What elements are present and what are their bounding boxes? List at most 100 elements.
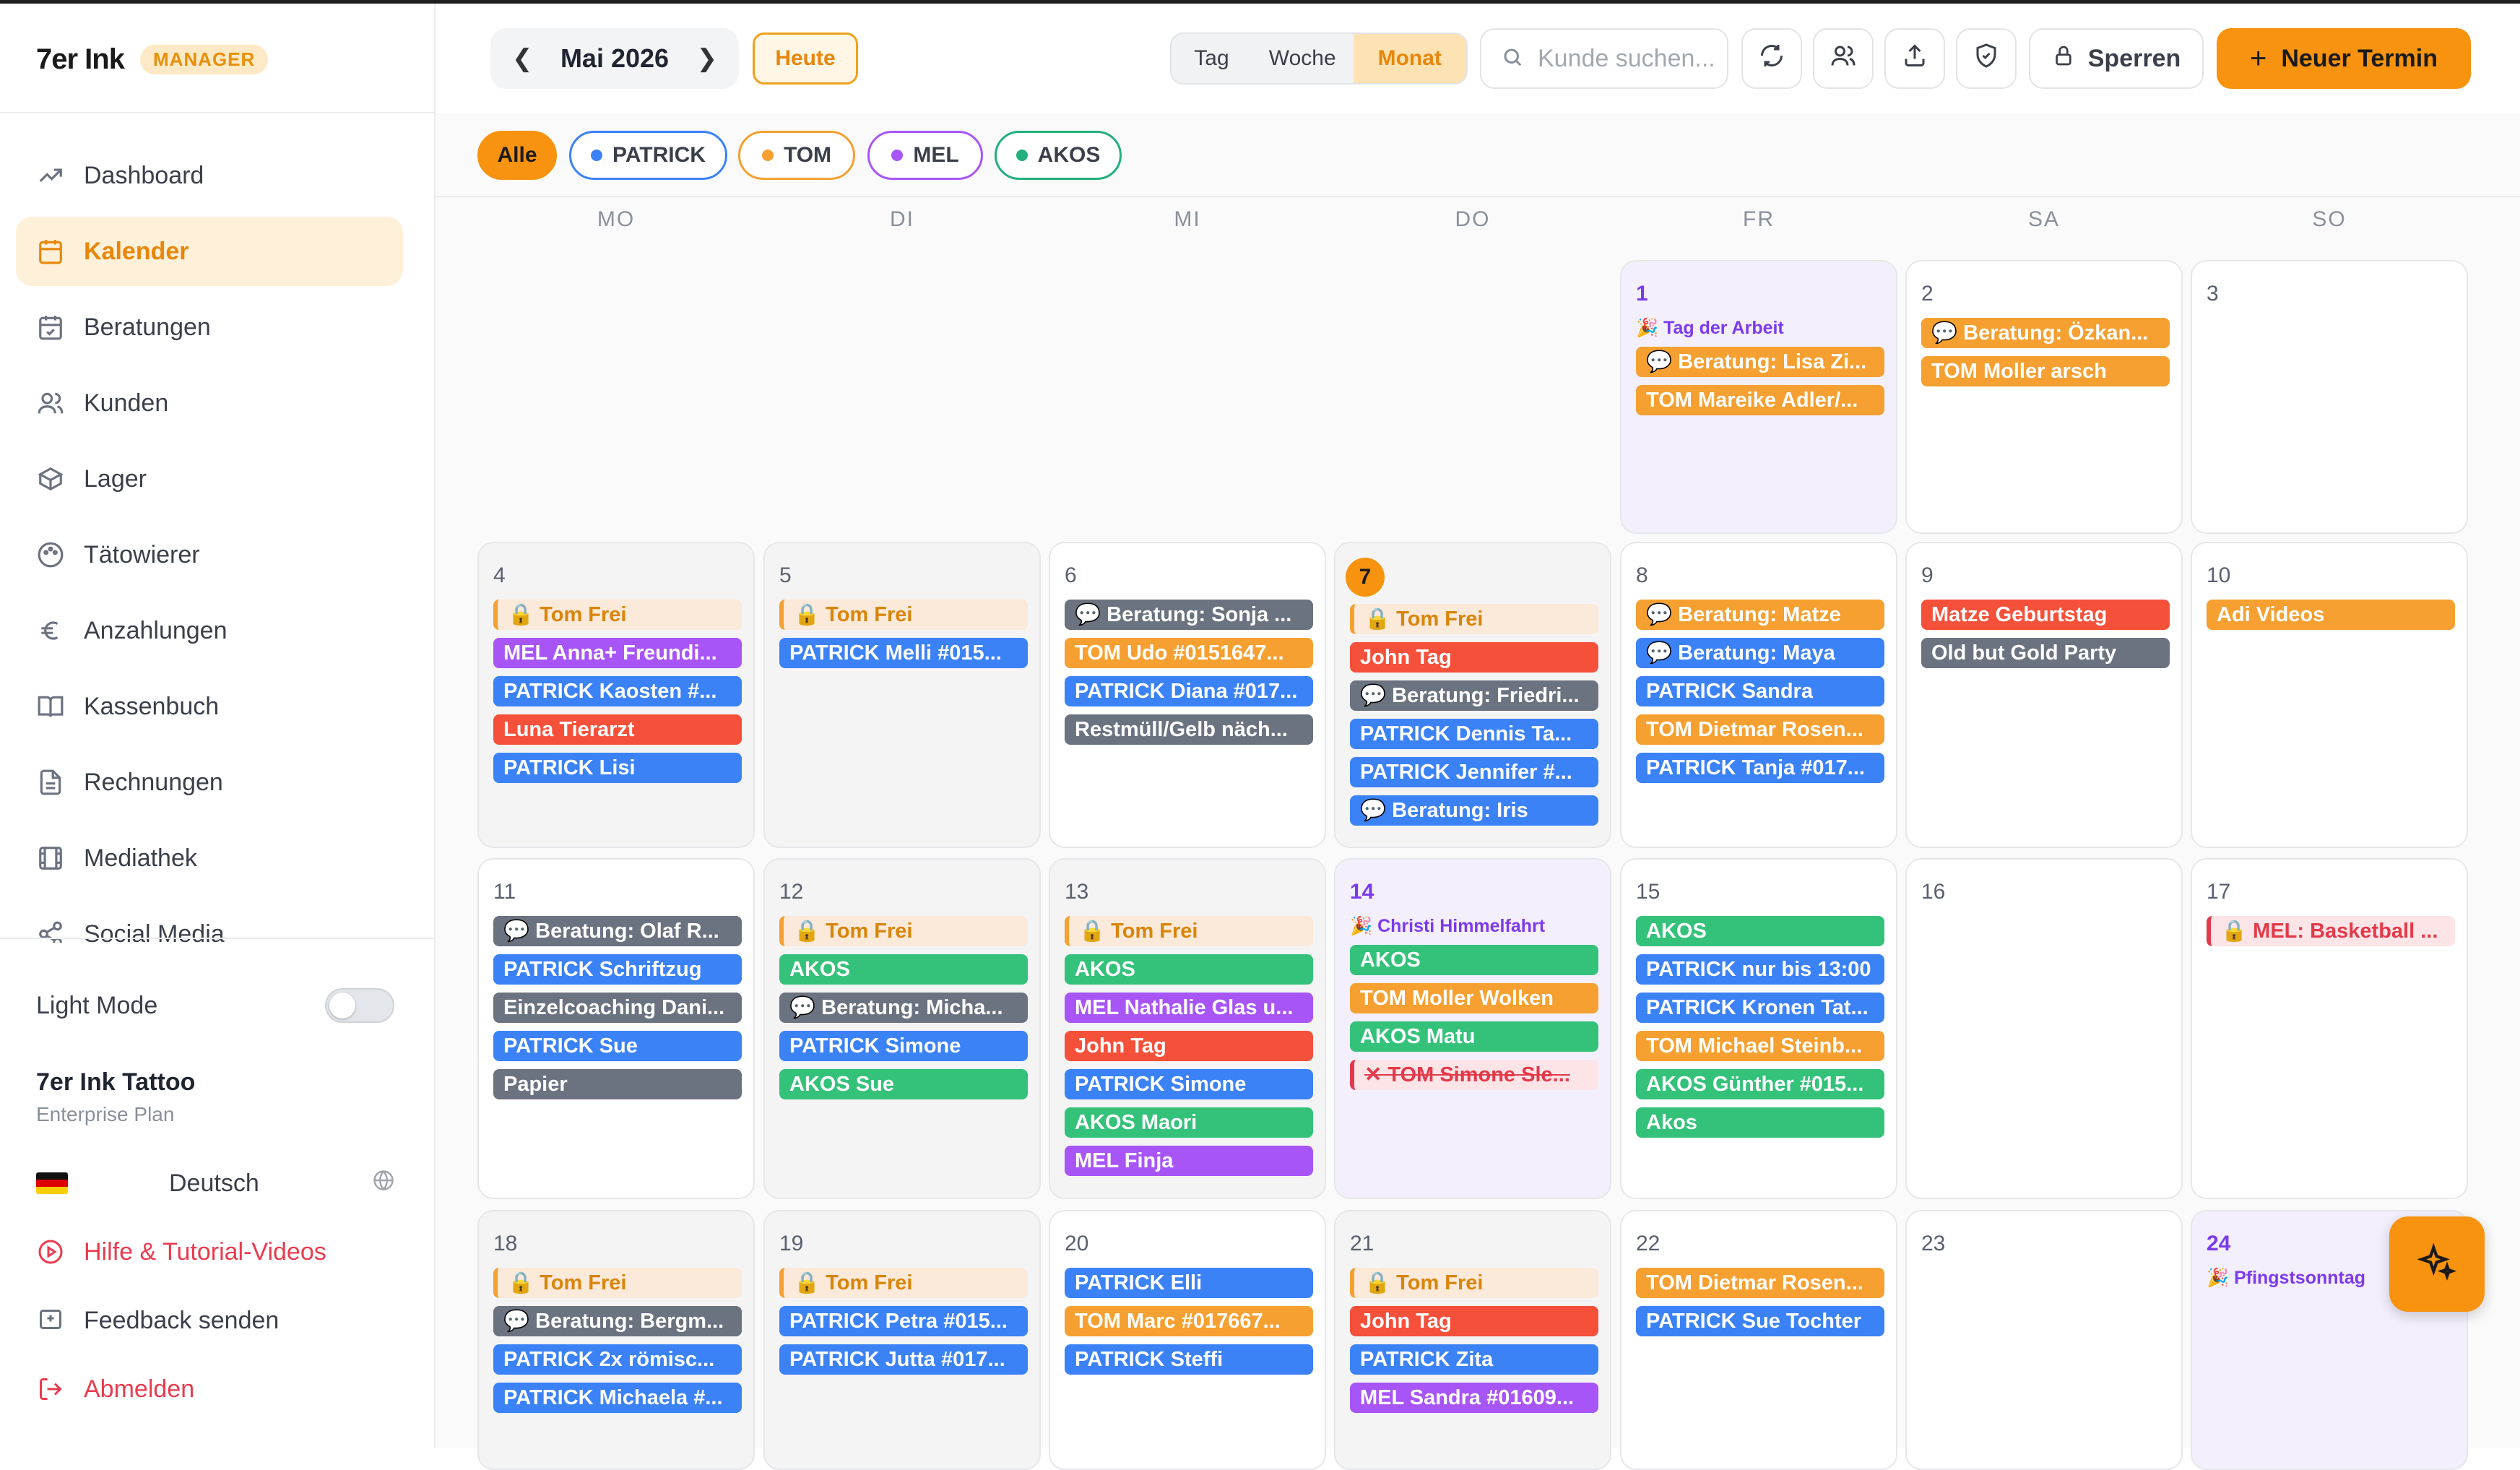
event-chip[interactable]: PATRICK Sandra <box>1636 676 1884 706</box>
event-chip[interactable]: John Tag <box>1065 1031 1313 1061</box>
event-chip[interactable]: PATRICK Jutta #017... <box>779 1344 1028 1375</box>
event-chip[interactable]: 🔒 Tom Frei <box>1350 1268 1598 1298</box>
help-videos-link[interactable]: Hilfe & Tutorial-Videos <box>36 1237 326 1266</box>
event-chip[interactable]: PATRICK Petra #015... <box>779 1306 1028 1336</box>
day-cell[interactable]: 15 AKOS PATRICK nur bis 13:00 PATRICK Krone… <box>1620 858 1897 1199</box>
event-chip[interactable]: PATRICK nur bis 13:00 <box>1636 954 1884 985</box>
logout-link[interactable]: Abmelden <box>36 1375 194 1404</box>
event-chip[interactable]: AKOS Sue <box>779 1069 1028 1099</box>
day-cell[interactable]: 3 <box>2191 260 2468 534</box>
day-cell[interactable]: 2 💬 Beratung: Özkan... TOM Moller arsch <box>1905 260 2183 534</box>
event-chip[interactable]: TOM Michael Steinb... <box>1636 1031 1884 1061</box>
sidebar-item-kassenbuch[interactable]: Kassenbuch <box>16 672 403 741</box>
light-mode-toggle[interactable] <box>325 988 394 1023</box>
search-input[interactable] <box>1536 43 1720 74</box>
event-chip[interactable]: John Tag <box>1350 1306 1598 1336</box>
event-chip[interactable]: AKOS Maori <box>1065 1107 1313 1138</box>
event-chip[interactable]: 💬 Beratung: Matze <box>1636 600 1884 630</box>
language-selector[interactable]: Deutsch <box>36 1165 394 1201</box>
event-chip[interactable]: 🔒 Tom Frei <box>1350 604 1598 634</box>
event-chip[interactable]: PATRICK Kaosten #... <box>493 676 742 706</box>
export-button[interactable] <box>1884 28 1945 89</box>
event-chip[interactable]: MEL Anna+ Freundi... <box>493 638 742 668</box>
event-chip[interactable]: TOM Moller arsch <box>1921 356 2170 386</box>
brand[interactable]: 7er Ink MANAGER <box>36 41 269 77</box>
sidebar-item-kalender[interactable]: Kalender <box>16 217 403 286</box>
sidebar-item-mediathek[interactable]: Mediathek <box>16 823 403 893</box>
filter-mel[interactable]: MEL <box>867 131 983 180</box>
artists-button[interactable] <box>1813 28 1874 89</box>
event-chip[interactable]: 💬 Beratung: Friedri... <box>1350 680 1598 711</box>
event-chip[interactable]: 🔒 Tom Frei <box>779 916 1028 946</box>
event-chip[interactable]: AKOS <box>779 954 1028 985</box>
event-chip[interactable]: MEL Nathalie Glas u... <box>1065 993 1313 1023</box>
day-cell[interactable]: 16 <box>1905 858 2183 1199</box>
event-chip[interactable]: PATRICK Dennis Ta... <box>1350 719 1598 749</box>
feedback-link[interactable]: Feedback senden <box>36 1306 279 1335</box>
filter-tom[interactable]: TOM <box>738 131 855 180</box>
event-chip[interactable]: PATRICK Schriftzug <box>493 954 742 985</box>
event-chip[interactable]: AKOS <box>1350 945 1598 975</box>
event-chip[interactable]: MEL Finja <box>1065 1146 1313 1176</box>
event-chip[interactable]: PATRICK Steffi <box>1065 1344 1313 1375</box>
day-cell[interactable]: 4 🔒 Tom Frei MEL Anna+ Freundi... PATRICK K… <box>477 542 755 848</box>
day-cell[interactable]: 7 🔒 Tom Frei John Tag 💬 Beratung: Friedri..… <box>1334 542 1611 848</box>
event-chip[interactable]: PATRICK Sue Tochter <box>1636 1306 1884 1336</box>
sidebar-item-dashboard[interactable]: Dashboard <box>16 141 403 210</box>
event-chip[interactable]: 💬 Beratung: Olaf R... <box>493 916 742 946</box>
event-chip[interactable]: TOM Udo #0151647... <box>1065 638 1313 668</box>
event-chip[interactable]: ✕ TOM Simone Sle... <box>1350 1060 1598 1090</box>
day-cell[interactable]: 23 <box>1905 1210 2183 1470</box>
day-cell[interactable]: 11 💬 Beratung: Olaf R... PATRICK Schriftzu… <box>477 858 755 1199</box>
event-chip[interactable]: PATRICK Lisi <box>493 753 742 783</box>
day-cell[interactable]: 20 PATRICK Elli TOM Marc #017667... PATRICK… <box>1049 1210 1326 1470</box>
refresh-button[interactable] <box>1741 28 1802 89</box>
event-chip[interactable]: 💬 Beratung: Lisa Zi... <box>1636 347 1884 377</box>
day-cell[interactable]: 5 🔒 Tom Frei PATRICK Melli #015... <box>763 542 1041 848</box>
event-chip[interactable]: PATRICK Diana #017... <box>1065 676 1313 706</box>
day-cell[interactable]: 22 TOM Dietmar Rosen... PATRICK Sue Tochte… <box>1620 1210 1897 1470</box>
event-chip[interactable]: PATRICK Kronen Tat... <box>1636 993 1884 1023</box>
event-chip[interactable]: Luna Tierarzt <box>493 714 742 745</box>
shield-button[interactable] <box>1956 28 2017 89</box>
sidebar-item-lager[interactable]: Lager <box>16 444 403 514</box>
sidebar-item-social-media[interactable]: Social Media <box>16 899 403 943</box>
event-chip[interactable]: TOM Moller Wolken <box>1350 983 1598 1013</box>
event-chip[interactable]: PATRICK Sue <box>493 1031 742 1061</box>
view-week-tab[interactable]: Woche <box>1252 34 1354 83</box>
event-chip[interactable]: PATRICK Elli <box>1065 1268 1313 1298</box>
event-chip[interactable]: Akos <box>1636 1107 1884 1138</box>
event-chip[interactable]: PATRICK 2x römisc... <box>493 1344 742 1375</box>
event-chip[interactable]: Restmüll/Gelb näch... <box>1065 714 1313 745</box>
day-cell[interactable]: 17 🔒 MEL: Basketball ... <box>2191 858 2468 1199</box>
event-chip[interactable]: TOM Dietmar Rosen... <box>1636 714 1884 745</box>
event-chip[interactable]: PATRICK Zita <box>1350 1344 1598 1375</box>
today-button[interactable]: Heute <box>753 33 858 85</box>
event-chip[interactable]: Papier <box>493 1069 742 1099</box>
event-chip[interactable]: Einzelcoaching Dani... <box>493 993 742 1023</box>
chevron-left-icon[interactable]: ❮ <box>512 44 533 73</box>
new-appointment-button[interactable]: + Neuer Termin <box>2217 28 2471 89</box>
day-cell[interactable]: 9 Matze Geburtstag Old but Gold Party <box>1905 542 2183 848</box>
event-chip[interactable]: 🔒 Tom Frei <box>779 600 1028 630</box>
event-chip[interactable]: 🔒 Tom Frei <box>493 1268 742 1298</box>
event-chip[interactable]: PATRICK Melli #015... <box>779 638 1028 668</box>
event-chip[interactable]: 💬 Beratung: Maya <box>1636 638 1884 668</box>
event-chip[interactable]: Matze Geburtstag <box>1921 600 2170 630</box>
day-cell[interactable]: 14 🎉 Christi Himmelfahrt AKOS TOM Moller Wo… <box>1334 858 1611 1199</box>
day-cell[interactable]: 6 💬 Beratung: Sonja ... TOM Udo #0151647..… <box>1049 542 1326 848</box>
event-chip[interactable]: 💬 Beratung: Micha... <box>779 993 1028 1023</box>
event-chip[interactable]: PATRICK Simone <box>1065 1069 1313 1099</box>
event-chip[interactable]: John Tag <box>1350 642 1598 673</box>
event-chip[interactable]: 🔒 Tom Frei <box>779 1268 1028 1298</box>
day-cell[interactable]: 12 🔒 Tom Frei AKOS 💬 Beratung: Micha... PATR… <box>763 858 1041 1199</box>
day-cell[interactable]: 21 🔒 Tom Frei John Tag PATRICK Zita MEL Sand… <box>1334 1210 1611 1470</box>
event-chip[interactable]: Adi Videos <box>2207 600 2455 630</box>
event-chip[interactable]: MEL Sandra #01609... <box>1350 1383 1598 1413</box>
event-chip[interactable]: 💬 Beratung: Bergm... <box>493 1306 742 1336</box>
event-chip[interactable]: 💬 Beratung: Özkan... <box>1921 318 2170 348</box>
event-chip[interactable]: PATRICK Simone <box>779 1031 1028 1061</box>
event-chip[interactable]: 💬 Beratung: Iris <box>1350 795 1598 826</box>
day-cell[interactable]: 13 🔒 Tom Frei AKOS MEL Nathalie Glas u... Jo… <box>1049 858 1326 1199</box>
event-chip[interactable]: 🔒 MEL: Basketball ... <box>2207 916 2455 946</box>
